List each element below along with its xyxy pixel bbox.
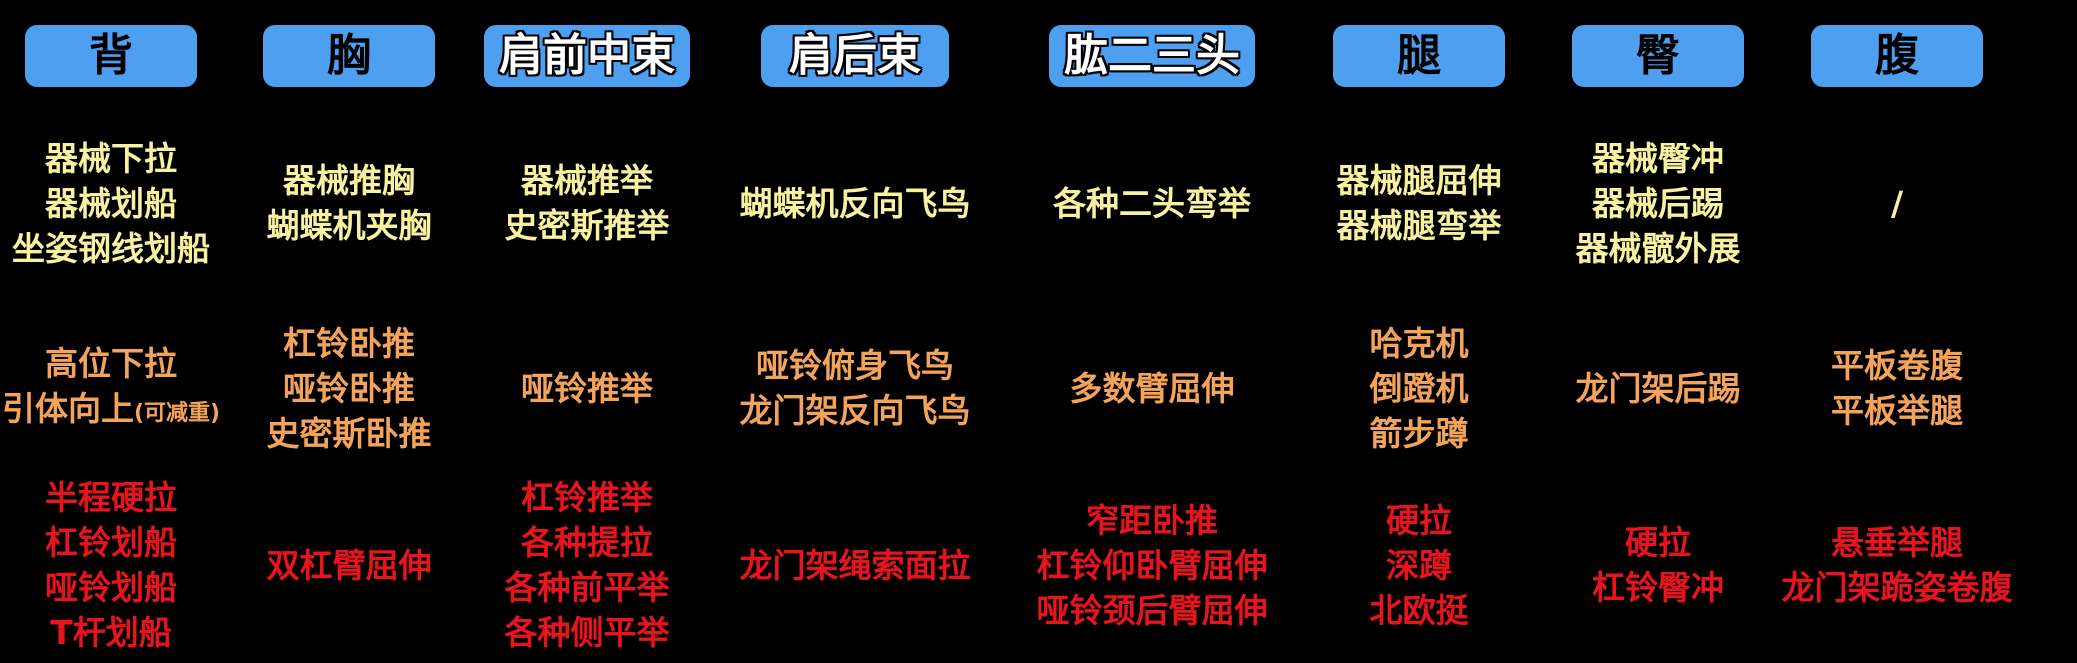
exercise-item: 北欧挺 [1369, 590, 1469, 630]
exercise-item: 杠铃仰卧臂屈伸 [1036, 545, 1268, 585]
exercise-item: 哑铃推举 [521, 368, 653, 408]
row3-cell-arms: 窄距卧推 杠铃仰卧臂屈伸 哑铃颈后臂屈伸 [1037, 470, 1268, 660]
row2-cell-abs: 平板卷腹 平板举腿 [1831, 313, 1963, 463]
row1-cell-abs: / [1891, 128, 1903, 278]
column-front-mid-delts: 肩前中束 器械推举 史密斯推举 哑铃推举 杠铃推举 各种提拉 各种前平举 各种侧… [472, 0, 702, 663]
exercise-item: 哈克机 [1369, 323, 1469, 363]
exercise-item: 半程硬拉 [45, 478, 177, 517]
row1-cell-legs: 器械腿屈伸 器械腿弯举 [1337, 128, 1502, 278]
exercise-item: 器械臀冲 [1592, 138, 1724, 178]
row2-cell-rear-delts: 哑铃俯身飞鸟 龙门架反向飞鸟 [740, 313, 971, 463]
header-legs: 腿 [1333, 25, 1505, 87]
header-arms: 肱二三头 [1049, 25, 1255, 87]
exercise-item: 硬拉 [1625, 523, 1691, 562]
column-legs: 腿 器械腿屈伸 器械腿弯举 哈克机 倒蹬机 箭步蹲 硬拉 深蹲 北欧挺 [1304, 0, 1534, 663]
exercise-item: 龙门架后踢 [1575, 368, 1741, 408]
exercise-item: 器械后踢 [1592, 183, 1724, 223]
exercise-item: 龙门架跪姿卷腹 [1781, 568, 2013, 607]
row1-cell-rear-delts: 蝴蝶机反向飞鸟 [740, 128, 971, 278]
row3-cell-legs: 硬拉 深蹲 北欧挺 [1370, 470, 1469, 660]
exercise-item: 深蹲 [1386, 545, 1452, 585]
header-glutes: 臀 [1572, 25, 1744, 87]
exercise-item: 杠铃划船 [45, 523, 177, 562]
exercise-item: 哑铃颈后臂屈伸 [1036, 590, 1268, 630]
exercise-item: 蝴蝶机夹胸 [266, 206, 432, 245]
exercise-item: 硬拉 [1386, 500, 1452, 540]
exercise-item: 杠铃臀冲 [1592, 568, 1724, 607]
exercise-item: 龙门架绳索面拉 [739, 545, 971, 585]
exercise-item: 器械推胸 [283, 161, 415, 200]
exercise-item: / [1890, 183, 1904, 223]
row2-cell-arms: 多数臂屈伸 [1070, 313, 1235, 463]
column-arms: 肱二三头 各种二头弯举 多数臂屈伸 窄距卧推 杠铃仰卧臂屈伸 哑铃颈后臂屈伸 [1012, 0, 1292, 663]
exercise-item: 引体向上 [1, 388, 134, 428]
header-rear-delts: 肩后束 [761, 25, 949, 87]
exercise-item: 器械推举 [521, 161, 653, 200]
exercise-item: 器械髋外展 [1575, 228, 1741, 268]
row2-cell-glutes: 龙门架后踢 [1576, 313, 1741, 463]
row2-cell-chest: 杠铃卧推 哑铃卧推 史密斯卧推 [267, 313, 432, 463]
exercise-item: 平板卷腹 [1831, 346, 1963, 385]
exercise-item: 箭步蹲 [1369, 413, 1469, 453]
column-rear-delts: 肩后束 蝴蝶机反向飞鸟 哑铃俯身飞鸟 龙门架反向飞鸟 龙门架绳索面拉 [715, 0, 995, 663]
column-abs: 腹 / 平板卷腹 平板举腿 悬垂举腿 龙门架跪姿卷腹 [1772, 0, 2022, 663]
exercise-item: 器械腿屈伸 [1336, 161, 1502, 200]
header-front-mid-delts: 肩前中束 [484, 25, 690, 87]
row1-cell-front-mid-delts: 器械推举 史密斯推举 [505, 128, 670, 278]
exercise-item: 各种二头弯举 [1053, 183, 1251, 223]
exercise-item: 悬垂举腿 [1831, 523, 1963, 562]
header-back: 背 [25, 25, 197, 87]
exercise-note: (可减重) [133, 400, 221, 426]
exercise-item: 高位下拉 [45, 343, 177, 383]
exercise-item: 杠铃推举 [521, 478, 653, 517]
exercise-item: 器械腿弯举 [1336, 206, 1502, 245]
exercise-item: 平板举腿 [1831, 391, 1963, 430]
column-glutes: 臀 器械臀冲 器械后踢 器械髋外展 龙门架后踢 硬拉 杠铃臀冲 [1543, 0, 1773, 663]
exercise-item: 坐姿钢线划船 [12, 228, 210, 268]
exercise-item: 史密斯卧推 [266, 413, 432, 453]
exercise-item: 窄距卧推 [1086, 500, 1218, 540]
row1-cell-arms: 各种二头弯举 [1053, 128, 1251, 278]
exercise-item: 器械划船 [45, 183, 177, 223]
exercise-item: 哑铃俯身飞鸟 [756, 346, 954, 385]
exercise-item: 各种侧平举 [504, 613, 670, 652]
row3-cell-rear-delts: 龙门架绳索面拉 [740, 470, 971, 660]
exercise-item: 各种提拉 [521, 523, 653, 562]
exercise-item: 多数臂屈伸 [1069, 368, 1235, 408]
row2-cell-back: 高位下拉 引体向上(可减重) [2, 313, 220, 463]
row2-cell-legs: 哈克机 倒蹬机 箭步蹲 [1370, 313, 1469, 463]
exercise-item: 器械下拉 [45, 138, 177, 178]
row3-cell-front-mid-delts: 杠铃推举 各种提拉 各种前平举 各种侧平举 [505, 470, 670, 660]
exercise-item: 哑铃卧推 [283, 368, 415, 408]
row1-cell-glutes: 器械臀冲 器械后踢 器械髋外展 [1576, 128, 1741, 278]
column-back: 背 器械下拉 器械划船 坐姿钢线划船 高位下拉 引体向上(可减重) 半程硬拉 杠… [0, 0, 226, 663]
row1-cell-chest: 器械推胸 蝴蝶机夹胸 [267, 128, 432, 278]
header-chest: 胸 [263, 25, 435, 87]
exercise-item: 倒蹬机 [1369, 368, 1469, 408]
row3-cell-abs: 悬垂举腿 龙门架跪姿卷腹 [1782, 470, 2013, 660]
row3-cell-back: 半程硬拉 杠铃划船 哑铃划船 T杆划船 [45, 470, 177, 660]
row1-cell-back: 器械下拉 器械划船 坐姿钢线划船 [12, 128, 210, 278]
header-abs: 腹 [1811, 25, 1983, 87]
exercise-item: 各种前平举 [504, 568, 670, 607]
exercise-item: 杠铃卧推 [283, 323, 415, 363]
column-chest: 胸 器械推胸 蝴蝶机夹胸 杠铃卧推 哑铃卧推 史密斯卧推 双杠臂屈伸 [234, 0, 464, 663]
exercise-item: T杆划船 [50, 613, 172, 652]
exercise-item: 蝴蝶机反向飞鸟 [739, 183, 971, 223]
exercise-item: 哑铃划船 [45, 568, 177, 607]
row3-cell-glutes: 硬拉 杠铃臀冲 [1592, 470, 1724, 660]
row3-cell-chest: 双杠臂屈伸 [267, 470, 432, 660]
exercise-item-with-note: 引体向上(可减重) [2, 386, 220, 436]
exercise-item: 双杠臂屈伸 [266, 545, 432, 585]
exercise-item: 龙门架反向飞鸟 [739, 391, 971, 430]
exercise-item: 史密斯推举 [504, 206, 670, 245]
row2-cell-front-mid-delts: 哑铃推举 [521, 313, 653, 463]
